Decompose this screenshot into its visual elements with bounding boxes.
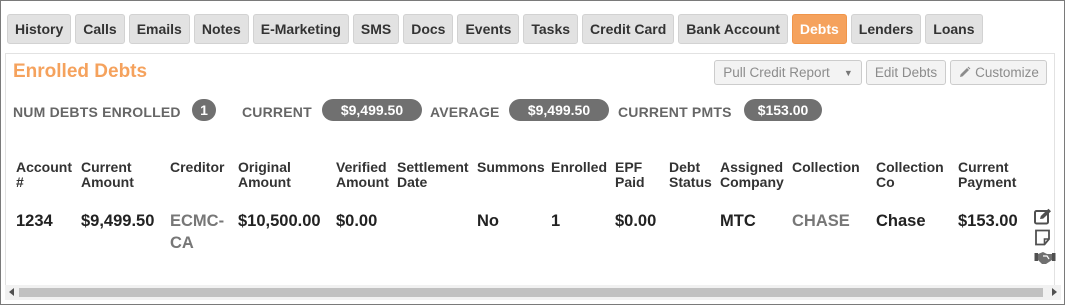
header-current-payment: Current Payment [958, 159, 1017, 190]
cell-current-amount: $9,499.50 [81, 212, 155, 230]
tab-lenders[interactable]: Lenders [850, 14, 922, 44]
tab-e-marketing[interactable]: E-Marketing [252, 14, 349, 44]
tab-credit-card[interactable]: Credit Card [582, 14, 675, 44]
cell-original-amount: $10,500.00 [238, 212, 321, 230]
enrolled-debts-panel: Enrolled Debts Pull Credit Report ▼ Edit… [5, 53, 1056, 285]
tab-notes[interactable]: Notes [193, 14, 249, 44]
debts-window: History Calls Emails Notes E-Marketing S… [0, 0, 1065, 305]
tab-sms[interactable]: SMS [352, 14, 400, 44]
pull-credit-report-button[interactable]: Pull Credit Report ▼ [714, 60, 862, 85]
header-current-amount: Current Amount [81, 159, 134, 190]
edit-debts-button[interactable]: Edit Debts [866, 60, 946, 85]
header-original-amount: Original Amount [238, 159, 291, 190]
average-badge: $9,499.50 [509, 99, 609, 121]
header-collection: Collection [792, 159, 860, 175]
cell-creditor: ECMC-CA [170, 212, 225, 252]
edit-debts-label: Edit Debts [874, 65, 938, 80]
header-settlement-date: Settlement Date [397, 159, 469, 190]
header-assigned-company: Assigned Company [720, 159, 784, 190]
scroll-right-arrow-icon[interactable] [1052, 288, 1057, 296]
header-account: Account # [16, 159, 72, 190]
cell-enrolled: 1 [551, 212, 561, 230]
header-verified-amount: Verified Amount [336, 159, 389, 190]
tab-emails[interactable]: Emails [128, 14, 190, 44]
tab-docs[interactable]: Docs [403, 14, 454, 44]
tab-calls[interactable]: Calls [75, 14, 125, 44]
panel-title: Enrolled Debts [13, 61, 148, 82]
scroll-left-arrow-icon[interactable] [9, 288, 14, 296]
row-actions [1034, 208, 1056, 270]
current-pmts-label: CURRENT PMTS [618, 104, 732, 120]
pull-credit-report-label: Pull Credit Report [723, 65, 830, 80]
scrollbar-thumb[interactable] [19, 288, 1043, 297]
num-debts-enrolled-badge: 1 [192, 99, 216, 121]
header-creditor: Creditor [170, 159, 225, 175]
caret-down-icon: ▼ [843, 67, 853, 78]
tab-history[interactable]: History [7, 14, 72, 44]
pencil-icon [960, 66, 971, 77]
tab-tasks[interactable]: Tasks [523, 14, 579, 44]
cell-collection-co: Chase [876, 212, 926, 230]
average-label: AVERAGE [430, 104, 500, 120]
tab-events[interactable]: Events [457, 14, 520, 44]
handshake-icon[interactable] [1034, 250, 1056, 266]
header-summons: Summons [477, 159, 545, 175]
current-badge: $9,499.50 [322, 99, 422, 121]
cell-verified-amount: $0.00 [336, 212, 378, 230]
cell-current-payment: $153.00 [958, 212, 1018, 230]
customize-button[interactable]: Customize [950, 60, 1047, 85]
cell-summons: No [477, 212, 499, 230]
edit-icon[interactable] [1034, 208, 1054, 225]
tab-bank-account[interactable]: Bank Account [678, 14, 788, 44]
current-label: CURRENT [242, 104, 312, 120]
num-debts-enrolled-label: NUM DEBTS ENROLLED [13, 104, 181, 120]
cell-collection: CHASE [792, 212, 850, 230]
header-enrolled: Enrolled [551, 159, 608, 175]
tab-bar: History Calls Emails Notes E-Marketing S… [7, 14, 983, 44]
tab-debts[interactable]: Debts [791, 14, 847, 44]
tab-loans[interactable]: Loans [925, 14, 983, 44]
debt-summary-stats: NUM DEBTS ENROLLED 1 CURRENT $9,499.50 A… [13, 99, 913, 123]
current-pmts-badge: $153.00 [744, 99, 822, 121]
cell-account: 1234 [16, 212, 53, 230]
cell-assigned-company: MTC [720, 212, 756, 230]
header-collection-co: Collection Co [876, 159, 944, 190]
note-icon[interactable] [1034, 229, 1054, 246]
header-debt-status: Debt Status [669, 159, 712, 190]
cell-epf-paid: $0.00 [615, 212, 657, 230]
horizontal-scrollbar[interactable] [5, 285, 1061, 300]
customize-label: Customize [975, 65, 1039, 80]
header-epf-paid: EPF Paid [615, 159, 645, 190]
